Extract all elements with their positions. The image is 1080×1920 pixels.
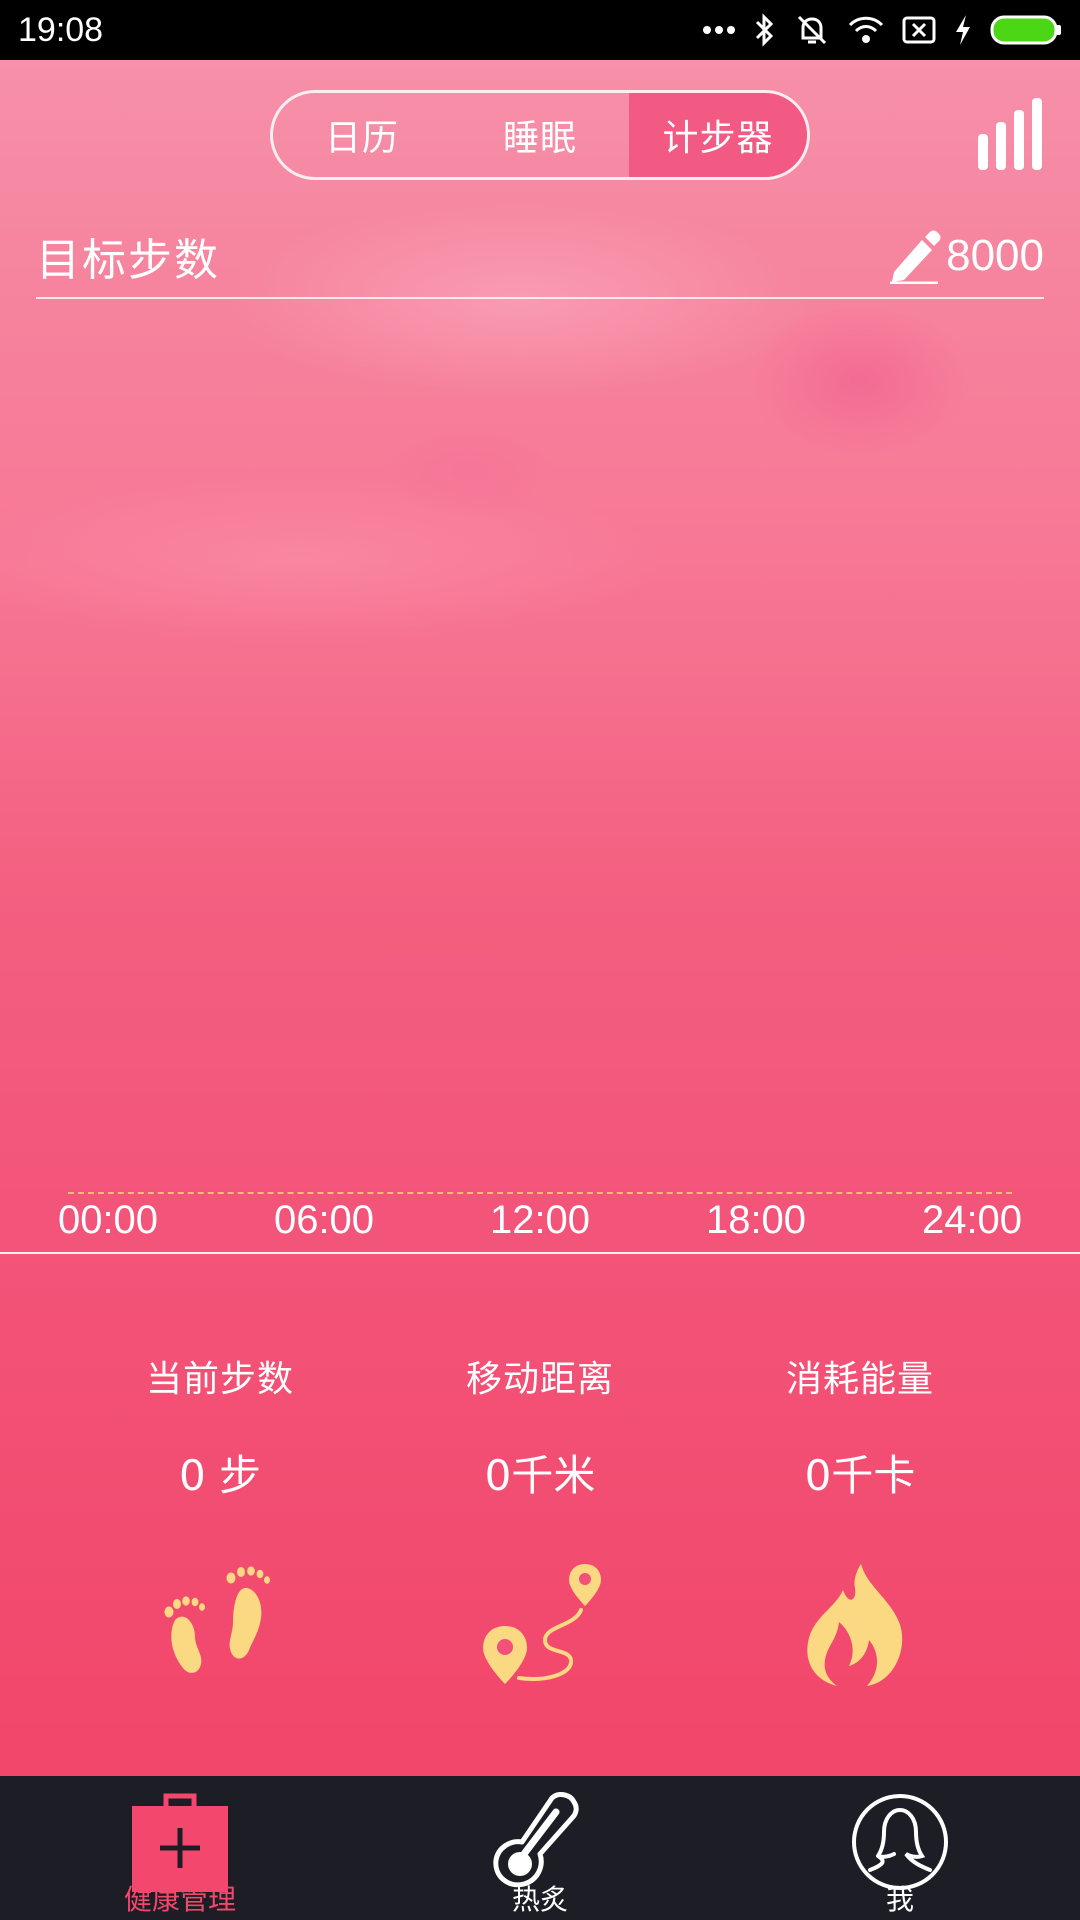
view-segmented-control: 日历 睡眠 计步器	[270, 90, 810, 180]
stat-value: 0 步	[178, 1451, 262, 1500]
status-time: 19:08	[18, 10, 104, 49]
time-tick: 06:00	[273, 1198, 375, 1242]
medical-kit-icon	[132, 1793, 228, 1892]
time-tick: 12:00	[489, 1198, 591, 1242]
stat-energy: 消耗能量 0千卡	[710, 1350, 1010, 1690]
route-pin-icon	[483, 1564, 601, 1684]
stat-label: 移动距离	[465, 1359, 614, 1400]
more-dots-icon	[703, 26, 735, 34]
stats-panel: 当前步数 0 步 移动距离 0千米 消耗能量 0千卡	[0, 1350, 1080, 1690]
top-header: 日历 睡眠 计步器	[0, 60, 1080, 210]
bluetooth-icon	[755, 13, 774, 47]
tab-calendar[interactable]: 日历	[273, 93, 451, 177]
bottom-nav: 健康管理 热炙 我	[0, 1776, 1080, 1920]
nav-label: 我	[885, 1883, 914, 1916]
tab-sleep[interactable]: 睡眠	[451, 93, 629, 177]
nav-label: 健康管理	[123, 1883, 236, 1916]
time-tick: 18:00	[705, 1198, 807, 1242]
pencil-icon	[890, 230, 941, 284]
stat-value: 0千米	[484, 1451, 596, 1500]
charging-icon	[956, 15, 970, 45]
stat-label: 当前步数	[145, 1359, 294, 1400]
thermometer-icon	[493, 1792, 579, 1888]
mute-bell-icon	[797, 15, 827, 45]
nav-label: 热炙	[511, 1883, 568, 1916]
target-steps-label: 目标步数	[36, 235, 220, 286]
status-bar: 19:08	[0, 0, 1080, 60]
time-axis-line	[0, 1252, 1080, 1254]
target-steps-row: 目标步数 8000	[36, 215, 1044, 299]
stat-label: 消耗能量	[785, 1359, 934, 1400]
nav-me[interactable]: 我	[720, 1776, 1080, 1920]
stat-distance: 移动距离 0千米	[390, 1350, 690, 1690]
nav-health-management[interactable]: 健康管理	[0, 1776, 360, 1920]
stat-value: 0千卡	[804, 1451, 916, 1500]
nav-moxibustion[interactable]: 热炙	[360, 1776, 720, 1920]
flame-icon	[807, 1564, 903, 1686]
time-tick: 24:00	[921, 1198, 1023, 1242]
target-steps-value: 8000	[946, 231, 1044, 280]
stat-current-steps: 当前步数 0 步	[70, 1350, 370, 1690]
goal-dashed-line	[68, 1192, 1012, 1194]
battery-icon	[990, 15, 1061, 45]
wifi-icon	[848, 16, 884, 43]
user-profile-icon	[852, 1794, 948, 1890]
status-icons	[702, 13, 1062, 47]
edit-target-button[interactable]: 8000	[888, 228, 1044, 284]
bar-chart-icon[interactable]	[976, 96, 1048, 172]
footprints-icon	[164, 1566, 270, 1673]
time-tick: 00:00	[57, 1198, 159, 1242]
no-sim-icon	[902, 16, 936, 44]
time-axis: 00:00 06:00 12:00 18:00 24:00	[0, 1198, 1080, 1258]
screen: 19:08 日历 睡眠 计步器 目标步数 8000 00:00 06:00 12…	[0, 0, 1080, 1920]
tab-pedometer[interactable]: 计步器	[629, 93, 807, 177]
